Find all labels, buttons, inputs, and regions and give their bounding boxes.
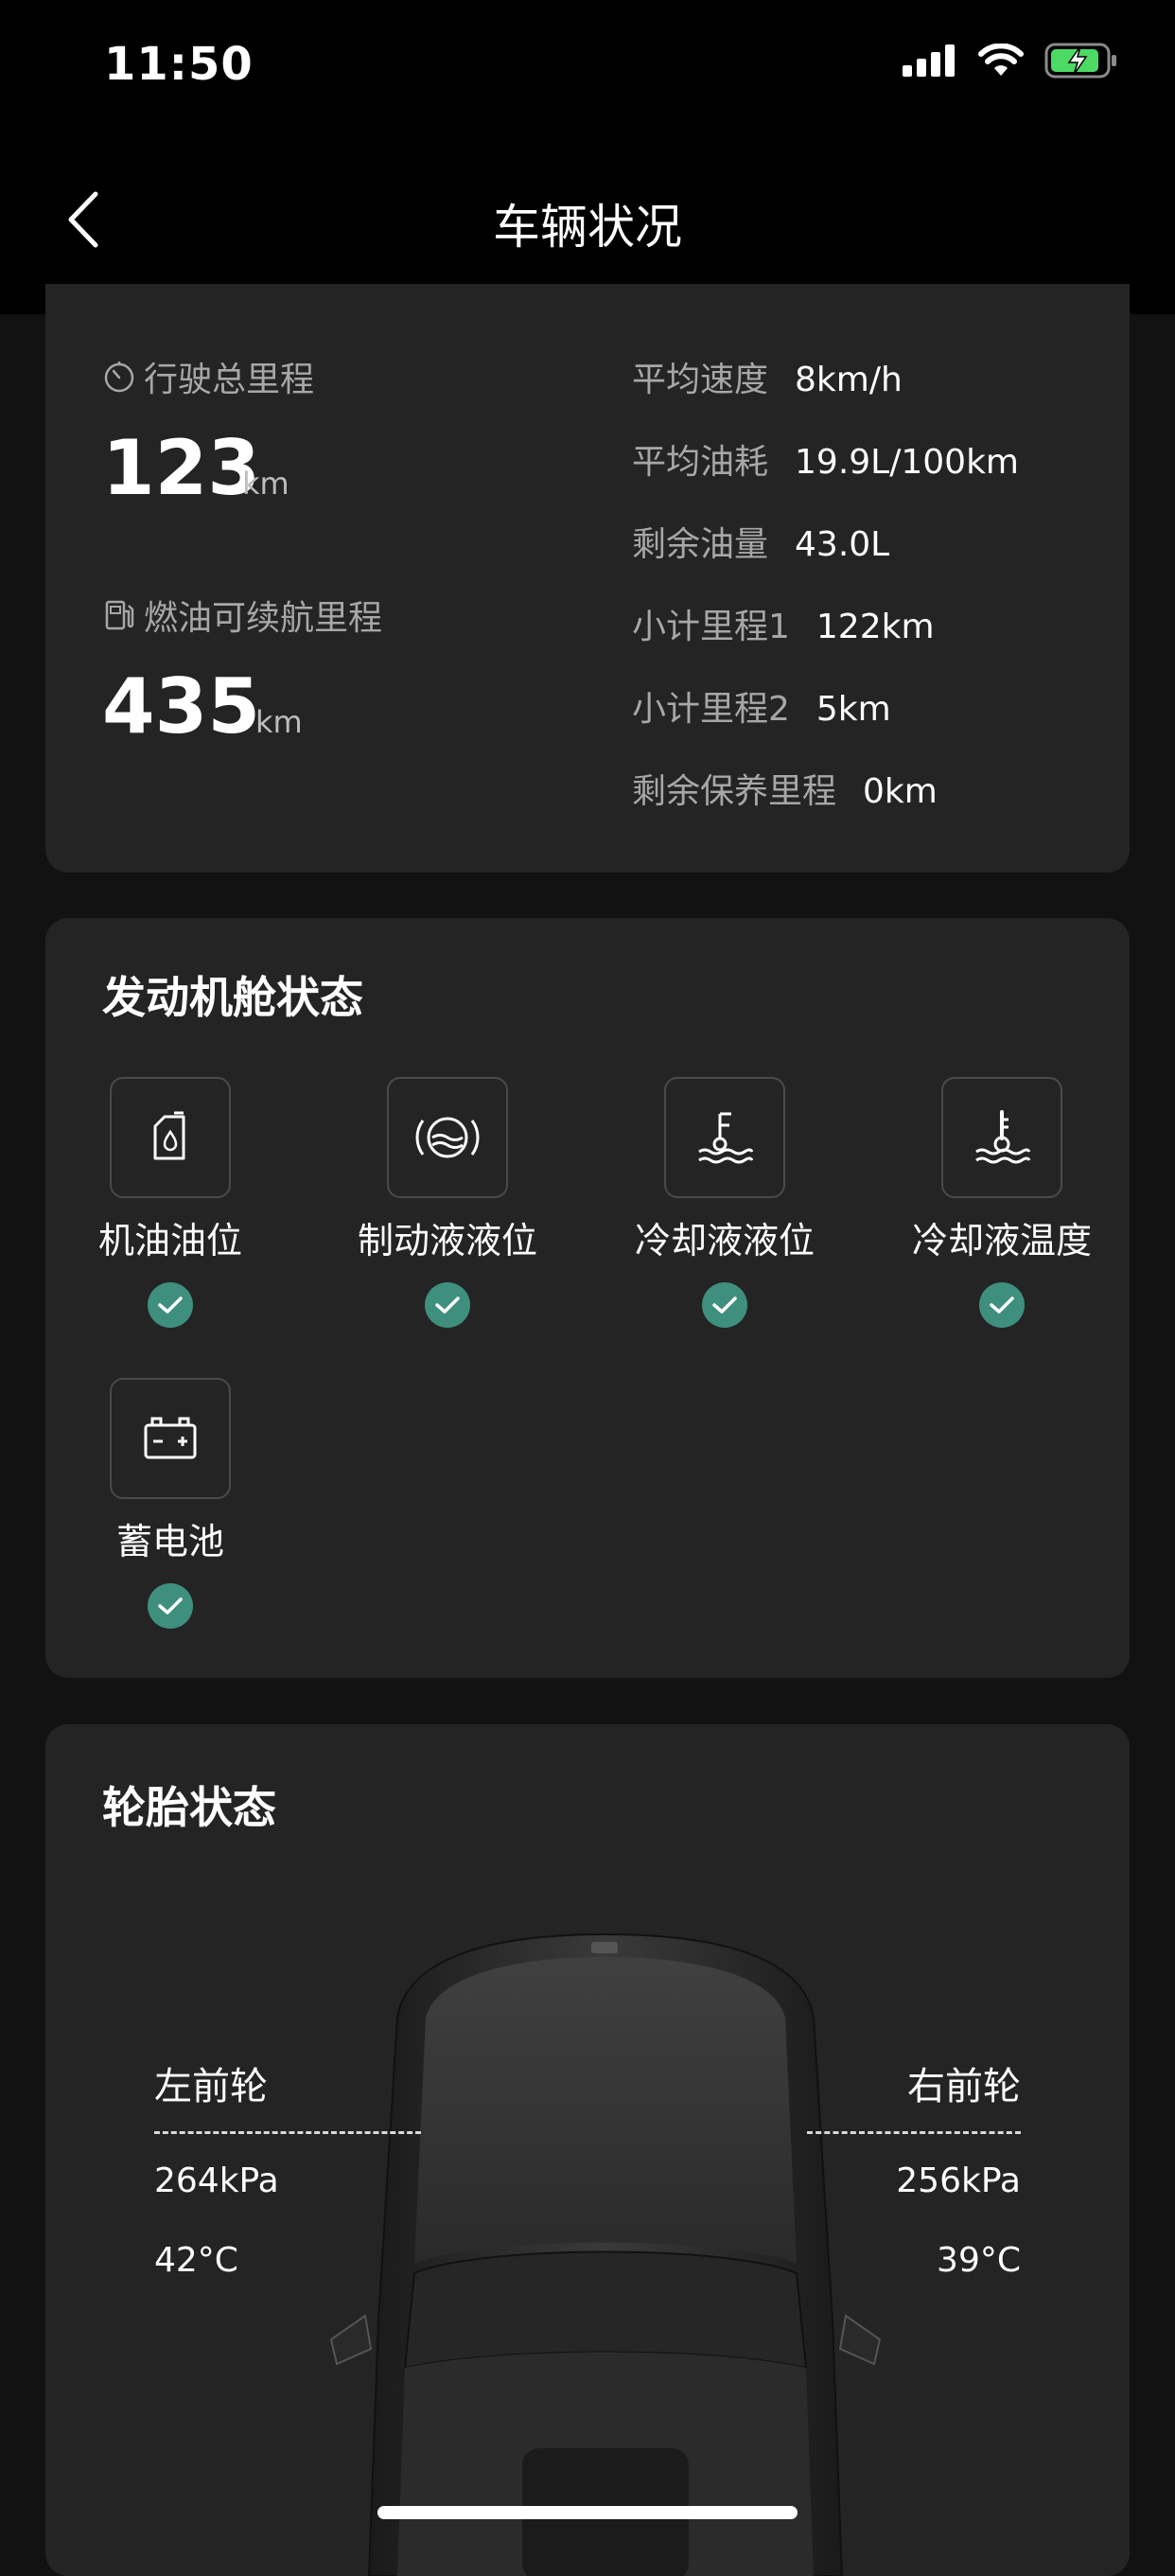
front-right-pressure: 256kPa xyxy=(896,2161,1021,2200)
coolant-level-icon xyxy=(698,1112,754,1164)
coolant-temperature-icon xyxy=(975,1110,1031,1164)
stat-row-trip1: 小计里程1 122km xyxy=(632,608,935,646)
tire-status-card: 轮胎状态 左前轮 264kPa 42°C 右前轮 256kPa 39°C xyxy=(45,1724,1130,2576)
brake-fluid-icon xyxy=(415,1117,480,1158)
oil-can-icon xyxy=(153,1111,185,1160)
front-left-pressure: 264kPa xyxy=(154,2161,279,2200)
engine-item-coolant-temp[interactable]: 冷却液温度 xyxy=(879,1077,1125,1328)
status-ok-check-icon xyxy=(425,1282,470,1328)
fuel-pump-icon xyxy=(105,600,134,630)
fuel-range-unit: km xyxy=(255,704,303,740)
status-time: 11:50 xyxy=(104,38,254,91)
stat-row-avg-fuel: 平均油耗 19.9L/100km xyxy=(632,443,1019,482)
stat-row-trip2: 小计里程2 5km xyxy=(632,690,891,729)
fuel-range-label: 燃油可续航里程 xyxy=(102,591,382,640)
car-top-view-image xyxy=(329,1932,882,2576)
front-right-divider xyxy=(807,2131,1021,2134)
engine-item-brake-fluid[interactable]: 制动液液位 xyxy=(324,1077,570,1328)
front-left-divider xyxy=(154,2131,421,2134)
status-icons xyxy=(903,42,1118,79)
total-mileage-label: 行驶总里程 xyxy=(102,352,314,401)
status-ok-check-icon xyxy=(148,1583,193,1629)
home-indicator[interactable] xyxy=(377,2506,798,2519)
signal-icon xyxy=(903,44,955,77)
total-mileage-unit: km xyxy=(242,466,289,502)
total-mileage-value: 123 xyxy=(102,424,260,512)
page-title: 车辆状况 xyxy=(493,200,682,255)
mileage-card: 行驶总里程 123 km 燃油可续航里程 435 km 平均速度 8km/h 平均… xyxy=(45,284,1130,873)
wifi-icon xyxy=(978,44,1024,76)
status-ok-check-icon xyxy=(702,1282,747,1328)
status-ok-check-icon xyxy=(979,1282,1025,1328)
fuel-range-value: 435 xyxy=(102,662,260,750)
stat-row-maintenance: 剩余保养里程 0km xyxy=(632,772,938,811)
stat-row-avg-speed: 平均速度 8km/h xyxy=(632,361,903,399)
front-right-tire: 右前轮 xyxy=(907,2065,1021,2108)
engine-item-coolant-level[interactable]: 冷却液液位 xyxy=(602,1077,848,1328)
timer-icon xyxy=(104,362,134,393)
front-left-temp: 42°C xyxy=(154,2241,238,2280)
tire-section-title: 轮胎状态 xyxy=(102,1782,276,1833)
battery-icon xyxy=(144,1417,197,1459)
status-ok-check-icon xyxy=(148,1282,193,1328)
battery-charging-icon xyxy=(1044,43,1116,79)
engine-item-oil[interactable]: 机油油位 xyxy=(47,1077,293,1328)
engine-status-card: 发动机舱状态 机油油位 制动液液位 冷却液液位 冷却液温度 蓄电池 xyxy=(45,918,1130,1678)
engine-item-battery[interactable]: 蓄电池 xyxy=(47,1378,293,1629)
engine-section-title: 发动机舱状态 xyxy=(102,972,363,1023)
front-right-temp: 39°C xyxy=(937,2241,1021,2280)
stat-row-fuel-left: 剩余油量 43.0L xyxy=(632,525,890,564)
status-bar: 11:50 xyxy=(0,0,1175,132)
front-left-tire: 左前轮 xyxy=(154,2065,268,2108)
